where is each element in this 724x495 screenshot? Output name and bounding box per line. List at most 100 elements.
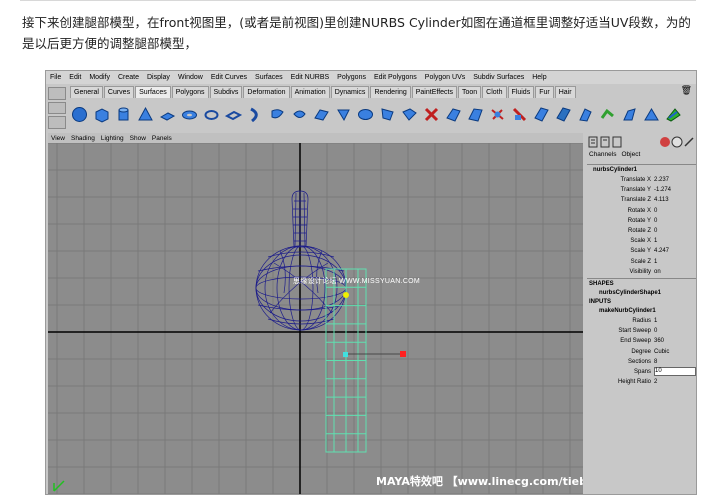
- channel-row[interactable]: Rotate X0: [587, 206, 696, 216]
- shape-node-name[interactable]: nurbsCylinderShape1: [587, 289, 696, 298]
- channel-row[interactable]: Translate Z 4.113: [587, 195, 696, 205]
- pivot-marker[interactable]: [343, 352, 348, 357]
- nurbs-cylinder-icon[interactable]: [114, 105, 133, 124]
- menu-display[interactable]: Display: [143, 74, 174, 81]
- channel-row[interactable]: Rotate Y0: [587, 216, 696, 226]
- menu-help[interactable]: Help: [528, 74, 550, 81]
- shelf-tab-fluids[interactable]: Fluids: [507, 86, 535, 98]
- channel-value[interactable]: 1: [654, 259, 696, 265]
- nurbs-circle-icon[interactable]: [202, 105, 221, 124]
- shelf-tab-animation[interactable]: Animation: [290, 86, 330, 98]
- nurbs-sphere-icon[interactable]: [70, 105, 89, 124]
- selected-cv-marker[interactable]: [343, 292, 349, 298]
- shelf-tab-rendering[interactable]: Rendering: [370, 86, 411, 98]
- menu-polygon-uvs[interactable]: Polygon UVs: [421, 74, 469, 81]
- channel-row[interactable]: Rotate Z0: [587, 226, 696, 236]
- channel-row[interactable]: Start Sweep 0: [587, 326, 696, 336]
- shelf-tab-fur[interactable]: Fur: [535, 86, 554, 98]
- channel-box-toggle-icon[interactable]: [684, 137, 694, 147]
- channel-value[interactable]: 10: [654, 367, 696, 377]
- nurbs-cube-icon[interactable]: [92, 105, 111, 124]
- channel-value[interactable]: 8: [654, 359, 696, 365]
- channel-row[interactable]: Scale X1: [587, 236, 696, 246]
- shelf-tab-painteffects[interactable]: PaintEffects: [411, 86, 457, 98]
- viewport-menu-lighting[interactable]: Lighting: [98, 135, 127, 142]
- channel-row[interactable]: End Sweep 360: [587, 336, 696, 346]
- channel-row[interactable]: Height Ratio 2: [587, 377, 696, 387]
- align-icon[interactable]: [554, 105, 573, 124]
- menu-edit[interactable]: Edit: [65, 74, 85, 81]
- viewport-canvas[interactable]: [48, 143, 583, 495]
- tab-channels[interactable]: Channels: [589, 151, 616, 158]
- shelf-tab-polygons[interactable]: Polygons: [171, 86, 209, 98]
- channel-value[interactable]: 0: [654, 228, 696, 234]
- menu-create[interactable]: Create: [114, 74, 143, 81]
- shelf-tab-toon[interactable]: Toon: [457, 86, 482, 98]
- nurbs-torus-icon[interactable]: [180, 105, 199, 124]
- menu-edit-polygons[interactable]: Edit Polygons: [370, 74, 421, 81]
- channel-row[interactable]: Scale Z1: [587, 257, 696, 267]
- menu-window[interactable]: Window: [174, 74, 207, 81]
- channel-value[interactable]: Cubic: [654, 349, 696, 355]
- loft-icon[interactable]: [268, 105, 287, 124]
- attribute-editor-icon[interactable]: [671, 136, 683, 148]
- stitch-icon[interactable]: [620, 105, 639, 124]
- shelf-tab-hair[interactable]: Hair: [554, 86, 576, 98]
- planar-icon[interactable]: [290, 105, 309, 124]
- menu-edit-curves[interactable]: Edit Curves: [207, 74, 251, 81]
- channel-row[interactable]: Translate Y -1.274: [587, 185, 696, 195]
- channel-value[interactable]: 4.247: [654, 248, 696, 254]
- rebuild-icon[interactable]: [576, 105, 595, 124]
- insert-isoparm-icon[interactable]: [642, 105, 661, 124]
- menu-subdiv-surfaces[interactable]: Subdiv Surfaces: [469, 74, 528, 81]
- bevel-icon[interactable]: [400, 105, 419, 124]
- viewport-menu-show[interactable]: Show: [127, 135, 149, 142]
- menu-modify[interactable]: Modify: [85, 74, 114, 81]
- viewport-menu-panels[interactable]: Panels: [149, 135, 175, 142]
- intersect-icon[interactable]: [488, 105, 507, 124]
- channel-attr-icon[interactable]: [600, 136, 610, 148]
- channel-value[interactable]: on: [654, 269, 696, 275]
- channel-row[interactable]: Visibility on: [587, 267, 696, 277]
- square-surface-icon[interactable]: [378, 105, 397, 124]
- channel-value[interactable]: 0: [654, 218, 696, 224]
- extrude-icon[interactable]: [312, 105, 331, 124]
- channel-layout-icon[interactable]: [588, 136, 598, 148]
- shelf-tab-surfaces[interactable]: Surfaces: [135, 86, 171, 98]
- channel-row[interactable]: Sections 8: [587, 357, 696, 367]
- viewport-menu-shading[interactable]: Shading: [68, 135, 98, 142]
- tool-settings-icon[interactable]: [660, 137, 670, 147]
- menu-surfaces[interactable]: Surfaces: [251, 74, 287, 81]
- channel-value[interactable]: 1: [654, 318, 696, 324]
- trash-icon[interactable]: 🗑: [681, 85, 692, 96]
- object-name[interactable]: nurbsCylinder1: [587, 166, 696, 175]
- channel-row[interactable]: Spans 10: [587, 367, 696, 377]
- nurbs-cone-icon[interactable]: [136, 105, 155, 124]
- project-curve-icon[interactable]: [466, 105, 485, 124]
- detach-icon[interactable]: [532, 105, 551, 124]
- channel-value[interactable]: 0: [654, 328, 696, 334]
- channel-layers-icon[interactable]: [612, 136, 622, 148]
- shelf-tab-subdivs[interactable]: Subdivs: [209, 86, 243, 98]
- tab-object[interactable]: Object: [621, 151, 640, 158]
- nurbs-plane-icon[interactable]: [158, 105, 177, 124]
- channel-row[interactable]: Degree Cubic: [587, 346, 696, 356]
- shelf-tab-deformation[interactable]: Deformation: [243, 86, 290, 98]
- boundary-icon[interactable]: [356, 105, 375, 124]
- shelf-tab-curves[interactable]: Curves: [103, 86, 135, 98]
- viewport-menu-view[interactable]: View: [48, 135, 68, 142]
- shelf-tab-general[interactable]: General: [70, 86, 103, 98]
- channel-row[interactable]: Radius 1: [587, 316, 696, 326]
- reverse-surface-icon[interactable]: [664, 105, 683, 124]
- channel-value[interactable]: -1.274: [654, 187, 696, 193]
- shelf-side-buttons[interactable]: [48, 87, 66, 130]
- untrim-icon[interactable]: [444, 105, 463, 124]
- channel-value[interactable]: 1: [654, 238, 696, 244]
- channel-row[interactable]: Translate X 2.237: [587, 175, 696, 185]
- move-handle-x[interactable]: [400, 351, 406, 357]
- attach-icon[interactable]: [510, 105, 529, 124]
- channel-value[interactable]: 360: [654, 338, 696, 344]
- channel-value[interactable]: 2: [654, 379, 696, 385]
- menu-polygons[interactable]: Polygons: [333, 74, 370, 81]
- birail-icon[interactable]: [334, 105, 353, 124]
